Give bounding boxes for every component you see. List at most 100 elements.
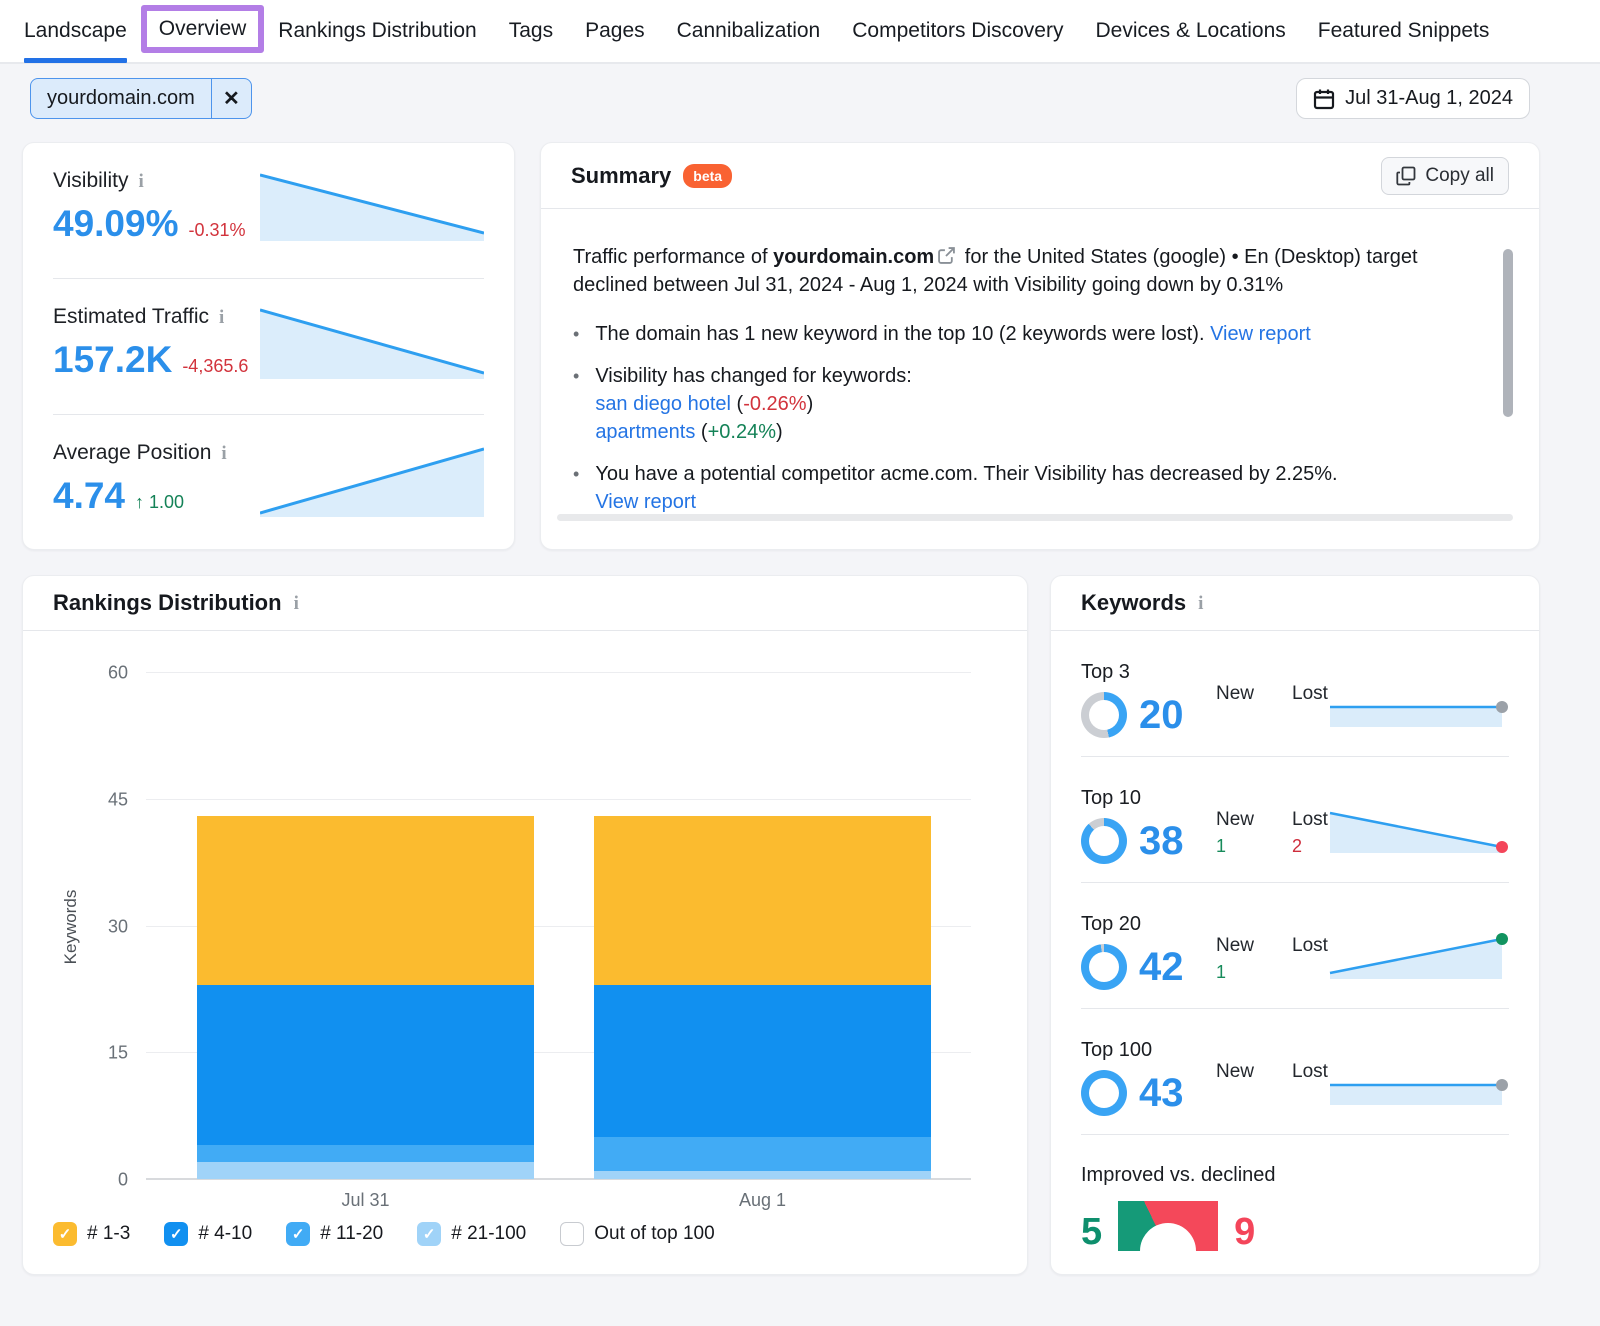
tab-featured-snippets[interactable]: Featured Snippets <box>1318 0 1490 63</box>
tab-devices-locations[interactable]: Devices & Locations <box>1095 0 1285 63</box>
metrics-card: Visibility i 49.09% -0.31% Estimated Tra… <box>22 142 515 550</box>
bar-segment-21-100[interactable] <box>197 1162 534 1179</box>
improved-declined-gauge <box>1118 1201 1219 1251</box>
keyword-donut <box>1081 944 1127 990</box>
checkbox-out-of-top-100[interactable] <box>560 1222 585 1246</box>
average-position-label-row: Average Position i <box>53 441 227 465</box>
average-position-metric: Average Position i 4.74 ↑ 1.00 <box>23 415 514 550</box>
checkbox-11-20[interactable]: ✓ <box>286 1222 311 1246</box>
info-icon[interactable]: i <box>1198 594 1203 613</box>
info-icon[interactable]: i <box>221 444 226 463</box>
bar-segment-4-10[interactable] <box>197 984 534 1146</box>
tab-pages[interactable]: Pages <box>585 0 645 63</box>
bar-segment-21-100[interactable] <box>594 1170 931 1179</box>
link-view-report[interactable]: View report <box>1210 323 1311 345</box>
new-label: New <box>1216 809 1255 830</box>
legend-item-4-10[interactable]: ✓ # 4-10 <box>164 1222 252 1246</box>
bar-segment-1-3[interactable] <box>594 815 931 985</box>
stacked-bar-jul-31[interactable] <box>197 815 534 1179</box>
info-icon[interactable]: i <box>294 594 299 613</box>
estimated-traffic-sparkline <box>260 308 484 379</box>
new-lost-columns: New 1 Lost <box>1216 935 1340 983</box>
new-column: New <box>1216 683 1264 705</box>
keyword-range-label: Top 3 <box>1081 661 1130 683</box>
copy-all-label: Copy all <box>1425 164 1494 186</box>
close-icon[interactable]: ✕ <box>210 79 251 118</box>
gridline <box>146 798 971 800</box>
visibility-sparkline <box>260 173 484 241</box>
tab-competitors-discovery[interactable]: Competitors Discovery <box>852 0 1063 63</box>
link-san-diego-hotel[interactable]: san diego hotel <box>595 393 731 415</box>
new-column: New 1 <box>1216 809 1264 857</box>
nav-tabs: Landscape Overview Rankings Distribution Ta… <box>24 0 1489 63</box>
tab-overview[interactable]: Overview <box>140 5 265 53</box>
keyword-count: 38 <box>1139 818 1184 863</box>
keyword-range-label: Top 10 <box>1081 787 1142 809</box>
keyword-row-left: Top 10 38 <box>1081 787 1184 864</box>
checkbox-1-3[interactable]: ✓ <box>53 1222 77 1246</box>
checkbox-4-10[interactable]: ✓ <box>164 1222 189 1246</box>
copy-all-button[interactable]: Copy all <box>1381 156 1509 195</box>
keyword-count: 43 <box>1139 1070 1184 1115</box>
keyword-row-left: Top 20 42 <box>1081 913 1184 990</box>
summary-header: Summary beta Copy all <box>541 143 1539 209</box>
tab-cannibalization[interactable]: Cannibalization <box>677 0 821 63</box>
beta-badge: beta <box>683 163 733 188</box>
keyword-range-label: Top 20 <box>1081 913 1142 935</box>
legend-item-out-of-top-100[interactable]: Out of top 100 <box>560 1222 715 1246</box>
average-position-delta: ↑ 1.00 <box>135 492 185 512</box>
link-view-report[interactable]: View report <box>595 491 696 513</box>
divider <box>1081 1134 1509 1135</box>
domain-filter-chip[interactable]: yourdomain.com ✕ <box>30 78 252 119</box>
info-icon[interactable]: i <box>219 308 224 327</box>
bar-segment-11-20[interactable] <box>594 1136 931 1171</box>
estimated-traffic-value: 157.2K <box>53 339 173 380</box>
legend-item-11-20[interactable]: ✓ # 11-20 <box>286 1222 383 1246</box>
tab-rankings-distribution[interactable]: Rankings Distribution <box>278 0 476 63</box>
summary-title: Summary <box>571 162 672 188</box>
bar-segment-11-20[interactable] <box>197 1145 534 1163</box>
date-range-label: Jul 31-Aug 1, 2024 <box>1345 87 1513 109</box>
summary-horizontal-scrollbar[interactable] <box>557 514 1513 521</box>
legend-item-1-3[interactable]: ✓ # 1-3 <box>53 1222 130 1246</box>
summary-bullet: • Visibility has changed for keywords: san… <box>573 362 1481 447</box>
date-range-button[interactable]: Jul 31-Aug 1, 2024 <box>1296 78 1530 119</box>
bullet-content: Visibility has changed for keywords: san … <box>595 362 911 447</box>
legend-label: Out of top 100 <box>594 1223 715 1244</box>
visibility-delta: -0.31% <box>188 220 246 240</box>
link-apartments[interactable]: apartments <box>595 421 695 443</box>
summary-vertical-scrollbar[interactable] <box>1503 249 1513 417</box>
legend-label: # 4-10 <box>198 1223 253 1244</box>
legend-item-21-100[interactable]: ✓ # 21-100 <box>417 1222 526 1246</box>
improved-count: 5 <box>1081 1211 1103 1253</box>
stacked-bar-aug-1[interactable] <box>594 815 931 1179</box>
info-icon[interactable]: i <box>138 172 143 191</box>
calendar-icon <box>1313 88 1335 110</box>
legend-label: # 11-20 <box>320 1223 384 1244</box>
legend-label: # 21-100 <box>451 1223 527 1244</box>
bullet-content: The domain has 1 new keyword in the top … <box>595 320 1311 349</box>
bar-segment-1-3[interactable] <box>197 815 534 985</box>
keywords-rows: Top 3 20 New Lost Top 10 38 New 1 Lost 2 Top 20 42 N… <box>1051 631 1539 1135</box>
keyword-row-top-20: Top 20 42 New 1 Lost <box>1051 883 1539 1008</box>
tab-landscape[interactable]: Landscape <box>24 0 127 63</box>
estimated-traffic-label-row: Estimated Traffic i <box>53 305 248 329</box>
x-axis-tick: Aug 1 <box>738 1190 787 1210</box>
new-lost-columns: New Lost <box>1216 1061 1340 1083</box>
keyword-row-top-10: Top 10 38 New 1 Lost 2 <box>1051 757 1539 882</box>
checkbox-21-100[interactable]: ✓ <box>417 1222 442 1246</box>
top-navigation: Landscape Overview Rankings Distribution Ta… <box>0 0 1600 64</box>
visibility-label: Visibility <box>53 169 129 192</box>
summary-bullets: • The domain has 1 new keyword in the top… <box>573 320 1481 517</box>
keyword-donut <box>1081 692 1127 738</box>
y-axis-tick: 60 <box>107 662 128 683</box>
rankings-distribution-header: Rankings Distribution i <box>23 576 1027 631</box>
gridline <box>146 672 971 673</box>
summary-text: -0.26% <box>743 392 807 415</box>
average-position-label: Average Position <box>53 441 212 464</box>
improved-vs-declined: Improved vs. declined 5 9 <box>1081 1164 1276 1251</box>
tab-tags[interactable]: Tags <box>509 0 553 63</box>
bar-segment-4-10[interactable] <box>594 984 931 1137</box>
keywords-header: Keywords i <box>1051 576 1539 631</box>
domain-chip-label: yourdomain.com <box>47 87 195 109</box>
